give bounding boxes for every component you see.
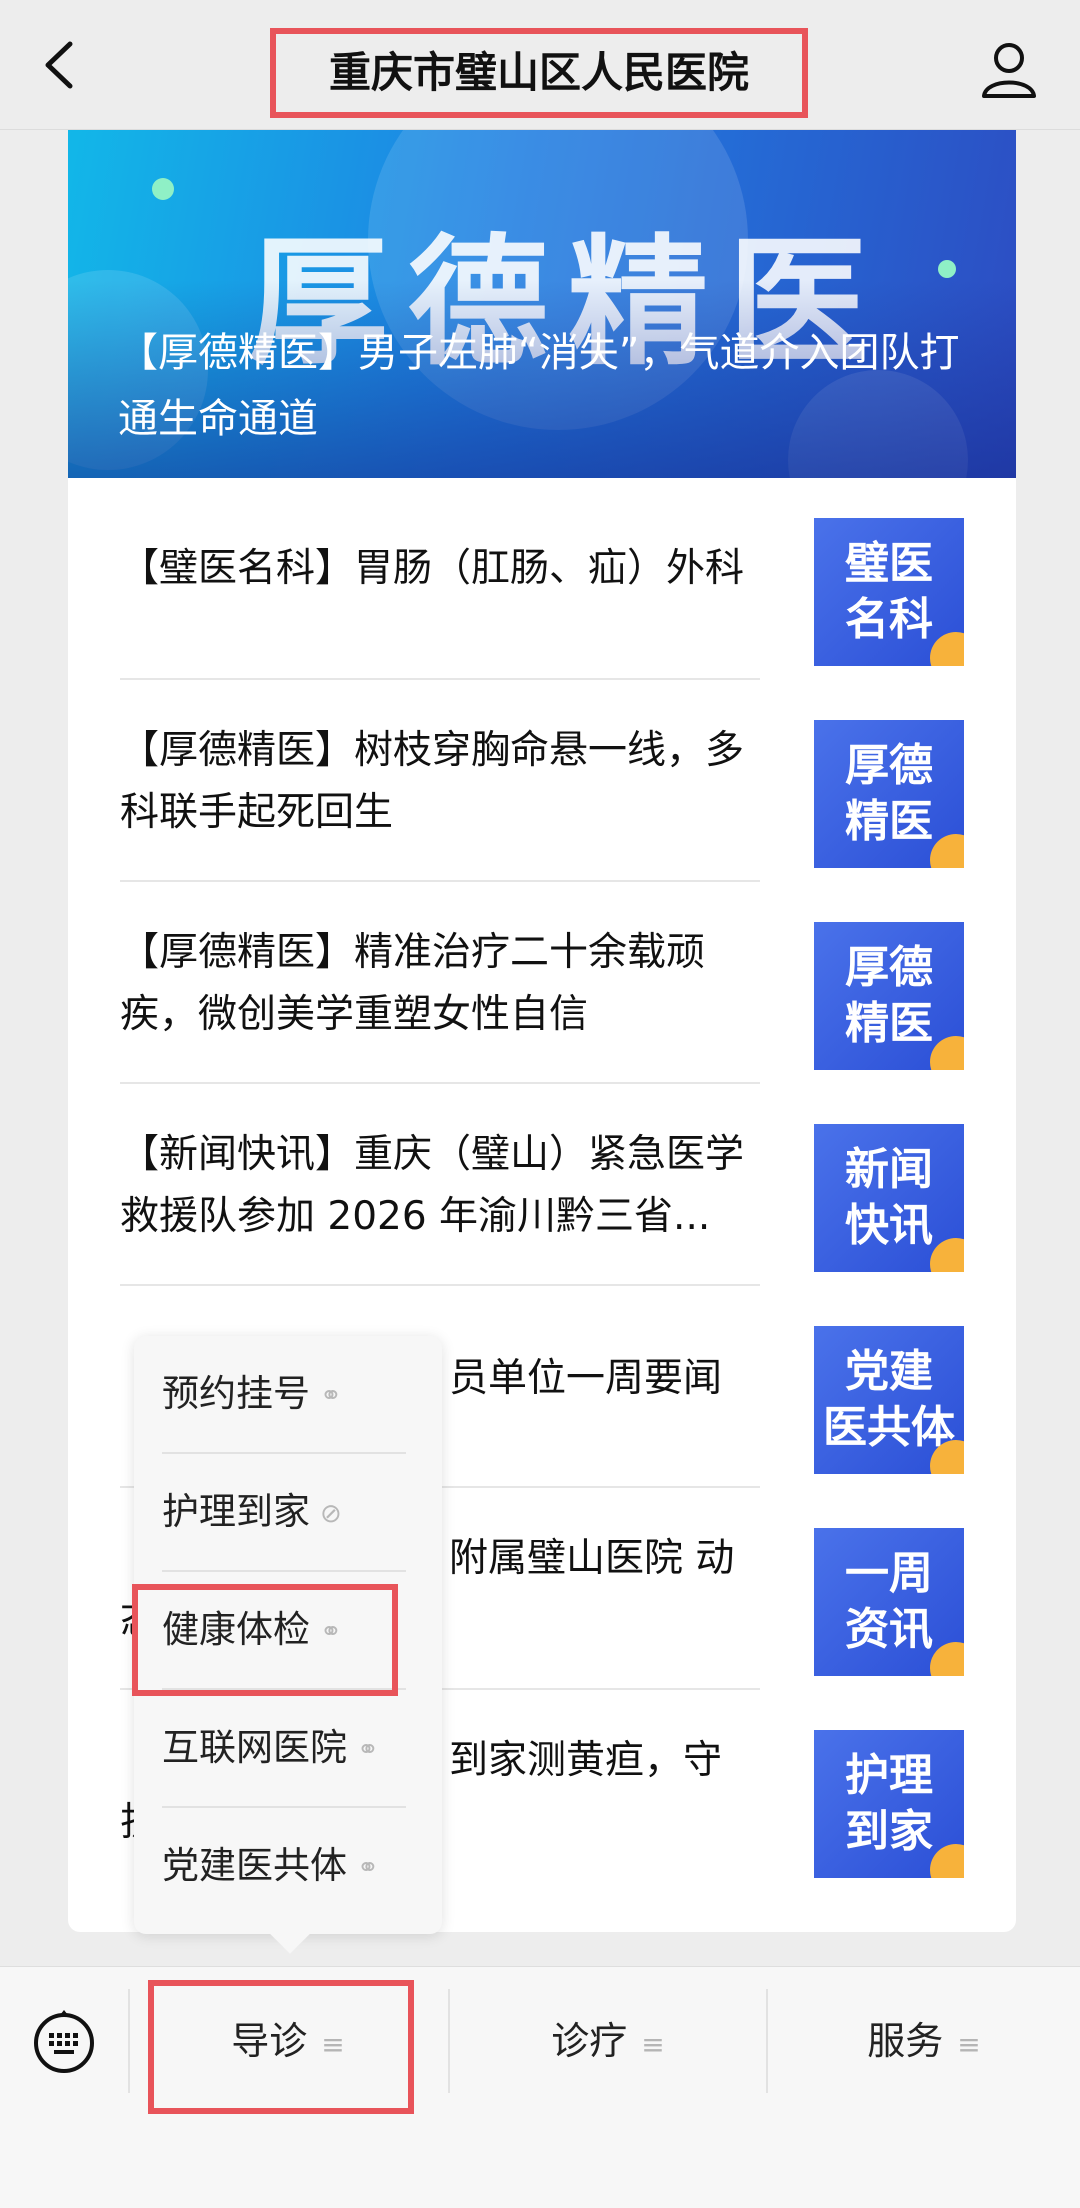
thumbnail-text: 厚德 精医 <box>845 942 933 1049</box>
link-icon: ⚭ <box>320 1616 342 1647</box>
menu-icon: ≡ <box>957 2028 981 2061</box>
navigation-header: 重庆市璧山区人民医院 <box>0 0 1080 130</box>
thumbnail-text: 护理 到家 <box>845 1750 933 1857</box>
link-icon: ⚭ <box>320 1380 342 1411</box>
list-item[interactable]: 【璧医名科】胃肠（肛肠、疝）外科 璧医 名科 <box>68 478 1016 680</box>
list-item[interactable]: 【厚德精医】精准治疗二十余载顽疾，微创美学重塑女性自信 厚德 精医 <box>68 882 1016 1084</box>
tab-label: 诊疗 <box>551 2019 628 2063</box>
page-title: 重庆市璧山区人民医院 <box>270 28 808 118</box>
submenu-popup: 预约挂号 ⚭ 护理到家 ⊘ 健康体检 ⚭ 互联网医院 ⚭ 党建医共体 ⚭ <box>134 1336 442 1954</box>
tab-services[interactable]: 服务 ≡ <box>768 1989 1080 2093</box>
link-icon: ⚭ <box>357 1734 379 1765</box>
tab-guide[interactable]: 导诊 ≡ <box>130 1989 446 2093</box>
tab-label: 导诊 <box>231 2019 308 2063</box>
thumbnail-text: 璧医 名科 <box>845 538 933 645</box>
article-title: 【璧医名科】胃肠（肛肠、疝）外科 <box>120 546 745 591</box>
article-title-tail: 到家测黄疸，守 <box>449 1738 723 1783</box>
menu-item-label: 护理到家 <box>162 1490 310 1533</box>
thumbnail-text: 一周 资讯 <box>845 1548 933 1655</box>
keyboard-icon[interactable] <box>32 2009 96 2073</box>
article-title-tail: 附属璧山医院 动 <box>449 1536 735 1581</box>
chevron-left-icon[interactable] <box>40 40 80 90</box>
list-item[interactable]: 【厚德精医】树枝穿胸命悬一线，多科联手起死回生 厚德 精医 <box>68 680 1016 882</box>
article-thumbnail: 护理 到家 <box>814 1730 964 1878</box>
article-thumbnail: 厚德 精医 <box>814 720 964 868</box>
menu-item-home-nursing[interactable]: 护理到家 ⊘ <box>162 1454 406 1570</box>
menu-item-internet-hospital[interactable]: 互联网医院 ⚭ <box>162 1690 406 1806</box>
menu-icon: ≡ <box>321 2028 345 2061</box>
bottom-menu-bar: 导诊 ≡ 诊疗 ≡ 服务 ≡ <box>0 1966 1080 2208</box>
menu-item-label: 党建医共体 <box>162 1844 347 1887</box>
banner-caption: 【厚德精医】男子左肺“消失”，气道介入团队打通生命通道 <box>118 330 960 442</box>
list-item[interactable]: 【新闻快讯】重庆（璧山）紧急医学救援队参加 2026 年渝川黔三省... 新闻快… <box>68 1084 1016 1286</box>
article-thumbnail: 厚德 精医 <box>814 922 964 1070</box>
thumbnail-text: 新闻 快讯 <box>845 1144 933 1251</box>
tab-label: 服务 <box>867 2019 944 2063</box>
thumbnail-text: 党建 医共体 <box>823 1346 955 1453</box>
thumbnail-text: 厚德 精医 <box>845 740 933 847</box>
menu-item-label: 健康体检 <box>162 1608 310 1651</box>
article-title: 【厚德精医】树枝穿胸命悬一线，多科联手起死回生 <box>120 728 745 835</box>
menu-icon: ≡ <box>641 2028 665 2061</box>
featured-article-banner[interactable]: 厚德精医 【厚德精医】男子左肺“消失”，气道介入团队打通生命通道 <box>68 130 1016 478</box>
article-title: 【新闻快讯】重庆（璧山）紧急医学救援队参加 2026 年渝川黔三省... <box>120 1132 745 1239</box>
menu-item-party-building[interactable]: 党建医共体 ⚭ <box>162 1808 406 1924</box>
article-title-tail: 员单位一周要闻 <box>449 1356 723 1401</box>
menu-item-label: 互联网医院 <box>162 1726 347 1769</box>
article-title: 【厚德精医】精准治疗二十余载顽疾，微创美学重塑女性自信 <box>120 930 706 1037</box>
menu-item-label: 预约挂号 <box>162 1372 310 1415</box>
article-thumbnail: 党建 医共体 <box>814 1326 964 1474</box>
article-thumbnail: 新闻 快讯 <box>814 1124 964 1272</box>
banner-dot <box>152 178 174 200</box>
article-thumbnail: 一周 资讯 <box>814 1528 964 1676</box>
person-icon[interactable] <box>980 40 1038 98</box>
menu-item-health-checkup[interactable]: 健康体检 ⚭ <box>162 1572 406 1688</box>
menu-item-appointment[interactable]: 预约挂号 ⚭ <box>162 1336 406 1452</box>
banner-dot <box>938 260 956 278</box>
article-thumbnail: 璧医 名科 <box>814 518 964 666</box>
miniprogram-icon: ⊘ <box>320 1498 342 1529</box>
tab-treatment[interactable]: 诊疗 ≡ <box>450 1989 766 2093</box>
link-icon: ⚭ <box>357 1852 379 1883</box>
